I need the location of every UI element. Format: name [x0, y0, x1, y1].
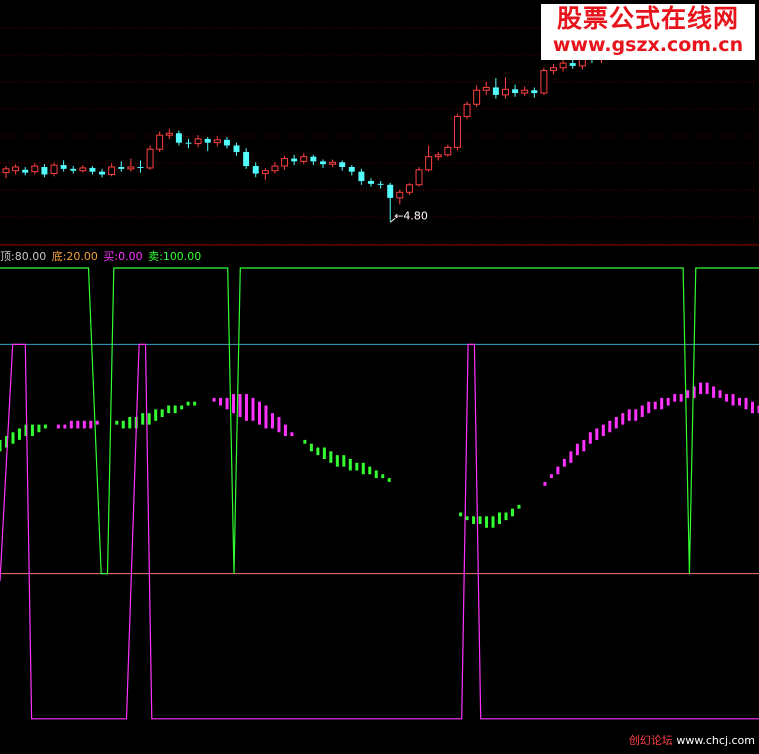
- candle-body: [300, 156, 308, 162]
- candle-body: [12, 166, 20, 172]
- candle-body: [348, 166, 355, 172]
- candle-body: [339, 162, 346, 167]
- candle-body: [444, 146, 452, 156]
- candle-body: [310, 156, 317, 162]
- candle-body: [185, 142, 192, 144]
- candle-body: [291, 158, 298, 162]
- indicator-legend: 顶:80.00 底:20.00 买:0.00 卖:100.00: [0, 248, 203, 264]
- candle-body: [329, 161, 337, 165]
- candle-body: [550, 67, 557, 72]
- candle-body: [213, 139, 221, 144]
- candle-body: [22, 169, 29, 173]
- candle-body: [425, 156, 433, 171]
- candle-body: [482, 86, 490, 91]
- buy-signal-line: [0, 343, 759, 720]
- watermark-url: www.gszx.com.cn: [552, 34, 744, 56]
- footer-forum: 创幻论坛: [628, 734, 673, 747]
- candle-body: [396, 191, 404, 199]
- candle-body: [233, 145, 240, 153]
- candle-body: [137, 166, 144, 168]
- candle-body: [79, 167, 87, 172]
- candle-body: [377, 183, 384, 185]
- candle-body: [281, 158, 289, 167]
- legend-buy: 买:0.00: [103, 250, 143, 263]
- candle-body: [368, 181, 374, 184]
- candle-body: [434, 154, 442, 158]
- candle-body: [463, 103, 471, 117]
- candle-body: [512, 89, 519, 94]
- candle-body: [99, 171, 106, 175]
- candle-body: [271, 165, 279, 172]
- candle-body: [156, 134, 164, 150]
- watermark-logo: 股票公式在线网 www.gszx.com.cn: [541, 4, 755, 60]
- candle-body: [165, 132, 173, 136]
- candle-body: [531, 90, 538, 94]
- candle-body: [127, 166, 135, 170]
- candle-body: [453, 115, 461, 148]
- candle-body: [204, 138, 211, 143]
- sell-signal-line: [0, 267, 759, 575]
- candle-body: [50, 164, 58, 175]
- candle-body: [358, 171, 365, 182]
- candle-body: [89, 167, 96, 172]
- candle-body: [223, 139, 230, 146]
- candle-body: [108, 166, 116, 175]
- legend-top: 顶:80.00: [0, 250, 47, 263]
- candle-body: [473, 89, 481, 105]
- watermark-title: 股票公式在线网: [556, 4, 739, 33]
- candle-body: [559, 62, 567, 69]
- candle-body: [319, 161, 326, 165]
- candle-body: [405, 184, 413, 193]
- candle-body: [243, 152, 250, 167]
- candle-body: [194, 138, 202, 145]
- legend-sell: 卖:100.00: [148, 250, 202, 263]
- candle-body: [501, 88, 509, 96]
- candle-body: [60, 165, 67, 169]
- candle-body: [492, 87, 499, 95]
- candle-body: [118, 166, 125, 169]
- candle-body: [31, 165, 39, 173]
- candle-body: [70, 168, 77, 171]
- legend-bottom: 底:20.00: [51, 250, 98, 263]
- candle-body: [146, 148, 154, 169]
- candle-body: [261, 170, 269, 175]
- candle-body: [569, 63, 576, 66]
- low-label: ←4.80: [394, 209, 428, 222]
- candle-body: [252, 166, 259, 174]
- footer-site: www.chcj.com: [676, 734, 755, 747]
- candle-body: [41, 166, 48, 175]
- candle-body: [415, 169, 423, 186]
- footer-credit: 创幻论坛 www.chcj.com: [629, 732, 755, 748]
- candle-body: [2, 168, 10, 174]
- candle-body: [521, 89, 529, 94]
- chart-canvas: ←4.80: [0, 17, 759, 720]
- candle-body: [540, 70, 548, 94]
- candle-body: [387, 184, 394, 198]
- candle-body: [175, 133, 182, 143]
